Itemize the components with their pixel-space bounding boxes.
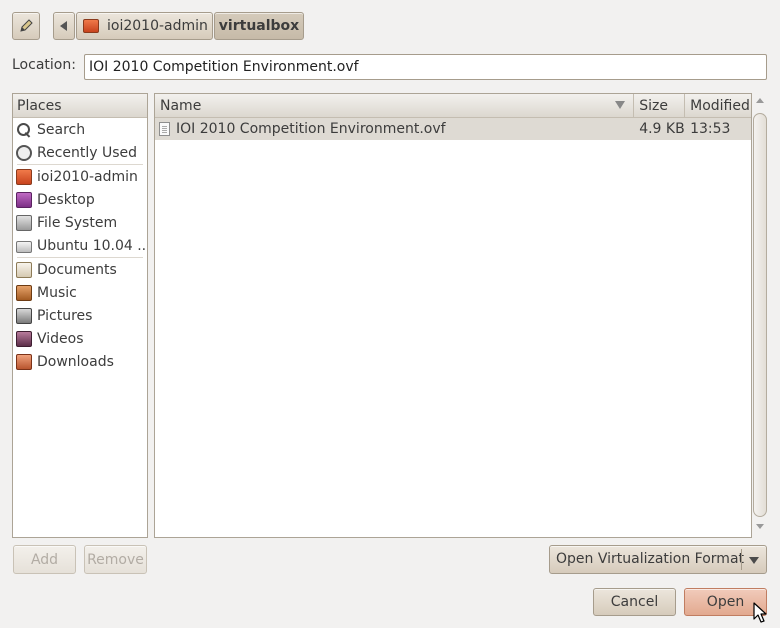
location-label: Location:	[12, 57, 76, 73]
file-list: Name Size Modified IOI 2010 Competition …	[154, 93, 752, 538]
place-label: Downloads	[37, 353, 114, 370]
drive-icon	[16, 214, 32, 231]
pencil-icon	[20, 19, 33, 32]
remove-button-label: Remove	[87, 551, 144, 568]
clock-icon	[16, 144, 32, 161]
left-arrow-icon	[60, 21, 67, 31]
downloads-folder-icon	[16, 353, 32, 370]
crumb-current-button[interactable]: virtualbox	[214, 12, 304, 40]
path-back-button[interactable]	[53, 12, 75, 40]
add-button-label: Add	[30, 551, 59, 568]
videos-folder-icon	[16, 330, 32, 347]
place-label: Desktop	[37, 191, 95, 208]
crumb-home-label: ioi2010-admin	[107, 18, 208, 34]
disk-icon	[16, 240, 32, 253]
place-label: Music	[37, 284, 77, 301]
file-filter-label: Open Virtualization Format	[556, 551, 745, 567]
search-icon	[16, 122, 32, 138]
place-label: Documents	[37, 261, 117, 278]
place-label: Search	[37, 121, 86, 138]
add-bookmark-button[interactable]: Add	[13, 545, 76, 574]
file-name: IOI 2010 Competition Environment.ovf	[176, 121, 446, 137]
place-desktop[interactable]: Desktop	[13, 188, 147, 211]
column-modified-label: Modified	[690, 97, 750, 114]
column-modified[interactable]: Modified	[685, 94, 751, 117]
location-input[interactable]	[84, 54, 767, 80]
column-size-label: Size	[639, 97, 668, 114]
desktop-icon	[16, 191, 32, 208]
crumb-home-button[interactable]: ioi2010-admin	[76, 12, 213, 40]
places-header[interactable]: Places	[13, 94, 147, 118]
place-label: Videos	[37, 330, 84, 347]
column-name[interactable]: Name	[155, 94, 635, 117]
scroll-down-arrow[interactable]	[755, 522, 765, 532]
file-modified: 13:53	[690, 121, 731, 137]
place-label: ioi2010-admin	[37, 168, 138, 185]
place-videos[interactable]: Videos	[13, 327, 147, 350]
place-home[interactable]: ioi2010-admin	[13, 165, 147, 188]
place-search[interactable]: Search	[13, 118, 147, 141]
down-arrow-icon	[756, 524, 764, 529]
music-folder-icon	[16, 284, 32, 301]
file-size: 4.9 KB	[639, 121, 685, 137]
place-ubuntu-disk[interactable]: Ubuntu 10.04 ...	[13, 234, 147, 257]
combo-divider	[741, 549, 742, 570]
place-label: Ubuntu 10.04 ...	[37, 237, 147, 254]
documents-folder-icon	[16, 261, 32, 278]
column-name-label: Name	[160, 97, 202, 114]
up-arrow-icon	[756, 98, 764, 103]
mouse-cursor-icon	[753, 602, 767, 623]
crumb-current-label: virtualbox	[218, 18, 300, 34]
place-documents[interactable]: Documents	[13, 258, 147, 281]
file-list-header: Name Size Modified	[155, 94, 751, 118]
cancel-button[interactable]: Cancel	[593, 588, 676, 616]
scrollbar-thumb[interactable]	[753, 113, 767, 517]
remove-bookmark-button[interactable]: Remove	[84, 545, 147, 574]
cancel-button-label: Cancel	[610, 594, 659, 610]
pictures-folder-icon	[16, 307, 32, 324]
scroll-up-arrow[interactable]	[755, 96, 765, 106]
place-label: Pictures	[37, 307, 93, 324]
edit-location-button[interactable]	[12, 12, 40, 40]
place-downloads[interactable]: Downloads	[13, 350, 147, 373]
column-size[interactable]: Size	[634, 94, 686, 117]
place-recently-used[interactable]: Recently Used	[13, 141, 147, 164]
place-pictures[interactable]: Pictures	[13, 304, 147, 327]
open-button-label: Open	[706, 594, 745, 610]
home-folder-icon	[83, 19, 99, 33]
chevron-down-icon	[749, 557, 759, 564]
file-filter-combo[interactable]: Open Virtualization Format	[549, 545, 767, 574]
places-panel: Places Search Recently Used ioi2010-admi…	[12, 93, 148, 538]
place-label: Recently Used	[37, 144, 138, 161]
place-music[interactable]: Music	[13, 281, 147, 304]
place-label: File System	[37, 214, 118, 231]
place-file-system[interactable]: File System	[13, 211, 147, 234]
document-icon	[159, 122, 170, 136]
file-row[interactable]: IOI 2010 Competition Environment.ovf 4.9…	[155, 118, 751, 140]
sort-down-icon	[615, 101, 626, 109]
home-folder-icon	[16, 168, 32, 185]
